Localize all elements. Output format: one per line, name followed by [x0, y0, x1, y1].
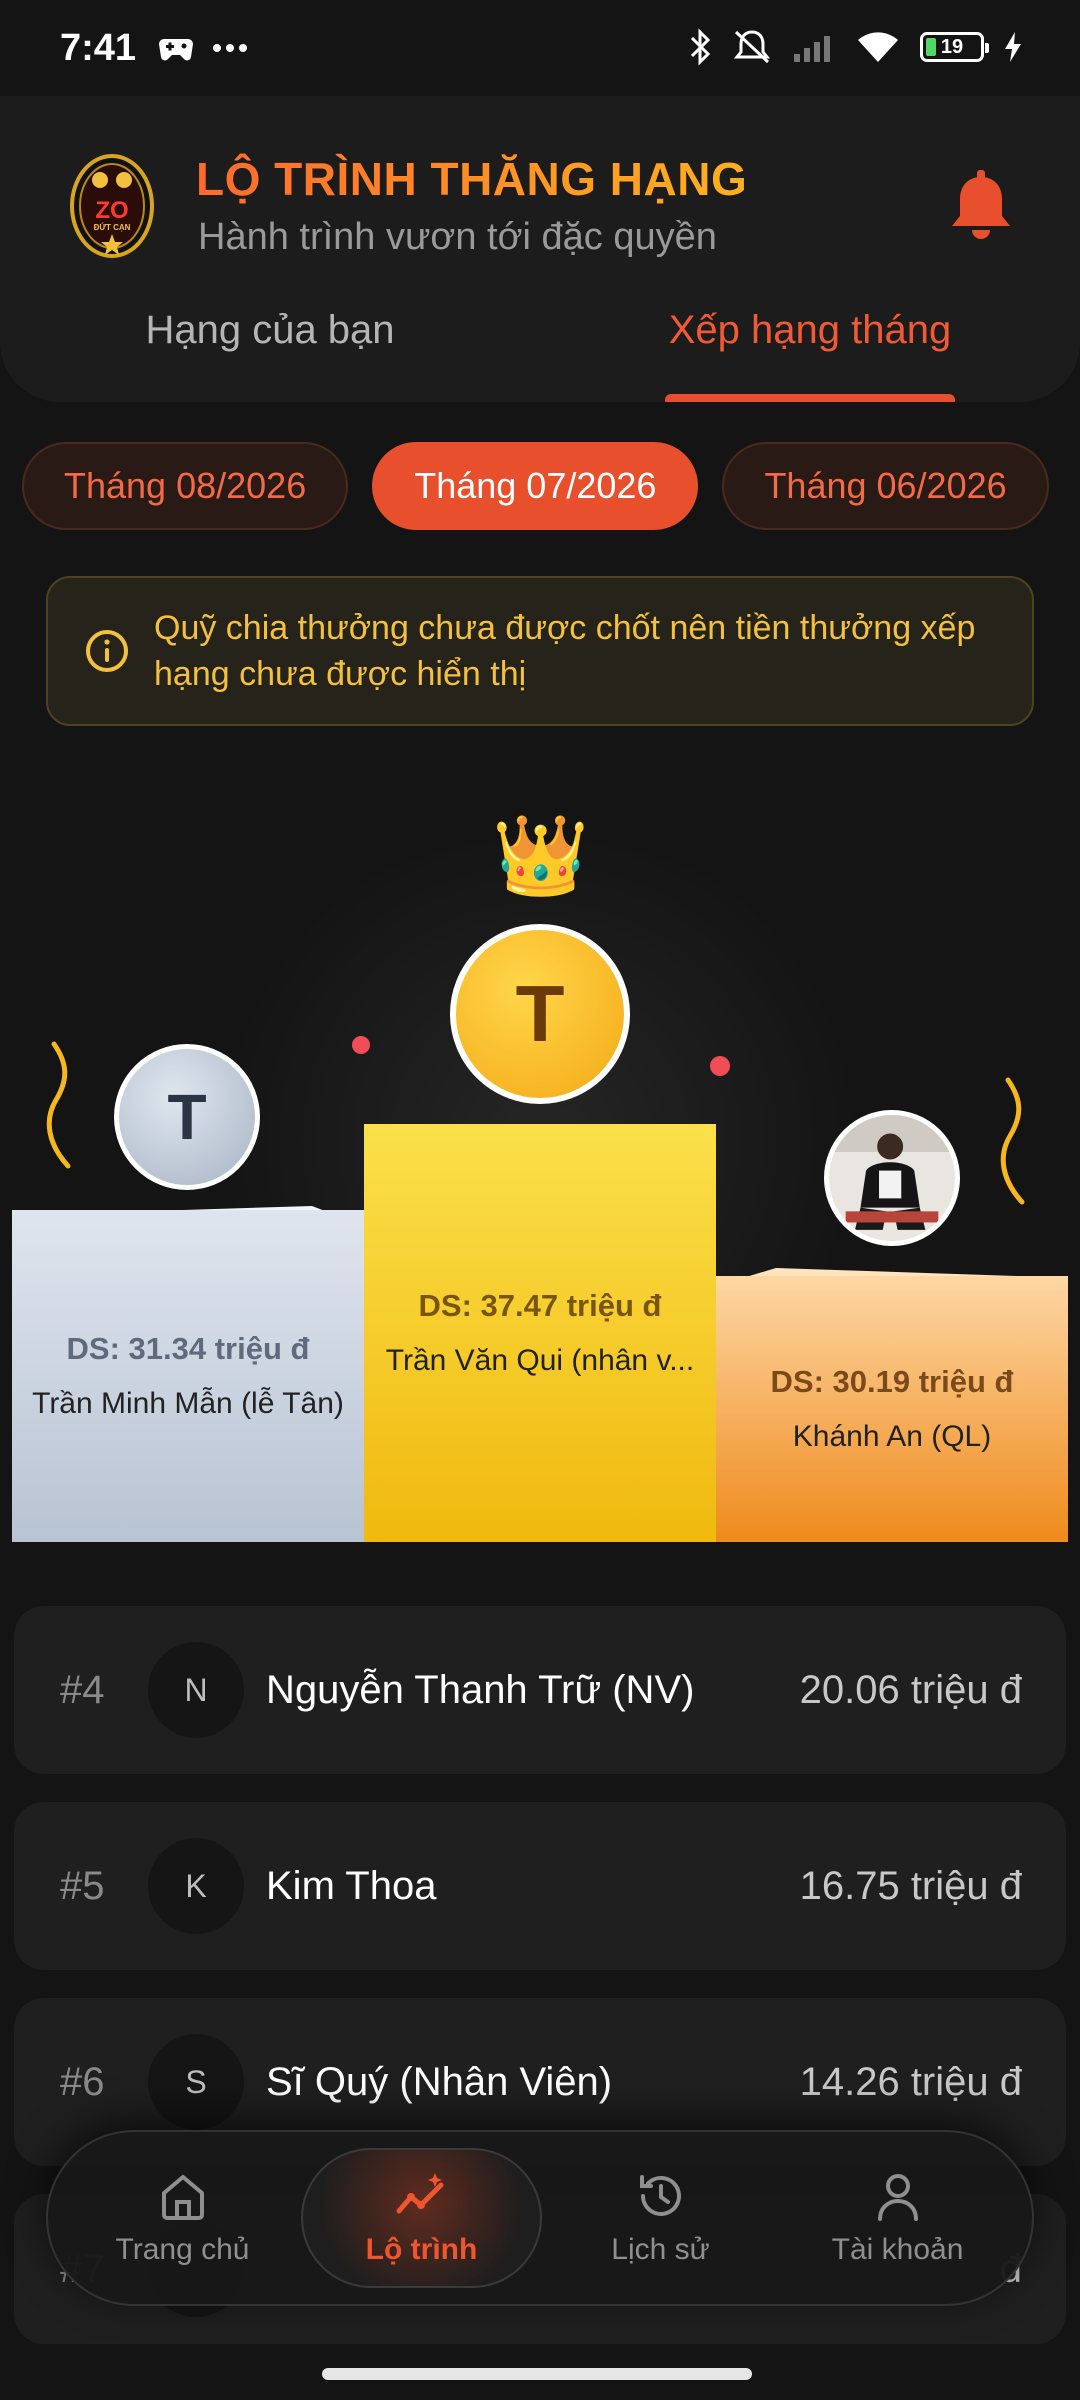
notice-text: Quỹ chia thưởng chưa được chốt nên tiền …	[154, 609, 976, 693]
rank-avatar: K	[148, 1838, 244, 1934]
notification-bell-icon[interactable]	[950, 170, 1012, 240]
confetti-dot	[352, 1036, 370, 1054]
podium: 👑 T T DS: 31.34 triệu đ Trần Minh Mẫn (l…	[0, 780, 1080, 1550]
first-place-podium[interactable]: DS: 37.47 triệu đ Trần Văn Qui (nhân v..…	[364, 1124, 716, 1542]
ranking-row[interactable]: #5 K Kim Thoa 16.75 triệu đ	[14, 1802, 1066, 1970]
status-bar: 7:41 19	[0, 0, 1080, 96]
app-header: ZO ĐỨT CẠN LỘ TRÌNH THĂNG HẠNG Hành trìn…	[0, 96, 1080, 402]
more-dots-icon	[213, 44, 248, 52]
second-place-sales: DS: 31.34 triệu đ	[66, 1331, 310, 1366]
bottom-navigation: Trang chủ Lộ trình Lịch sử Tài khoản	[46, 2130, 1034, 2306]
signal-icon	[794, 36, 830, 62]
rank-name: Nguyễn Thanh Trữ (NV)	[266, 1667, 695, 1712]
tab-bar: Hạng của bạn Xếp hạng tháng	[0, 292, 1080, 402]
reward-notice-banner: Quỹ chia thưởng chưa được chốt nên tiền …	[46, 576, 1034, 726]
route-icon	[396, 2173, 443, 2214]
third-place-name: Khánh An (QL)	[792, 1420, 992, 1453]
tab-monthly-ranking[interactable]: Xếp hạng tháng	[540, 292, 1080, 402]
confetti-squiggle	[46, 1041, 71, 1169]
rank-sales: 16.75 triệu đ	[799, 1863, 1022, 1908]
info-icon	[86, 630, 128, 672]
crown-icon: 👑	[492, 811, 590, 899]
tab-your-rank[interactable]: Hạng của bạn	[0, 292, 540, 402]
second-place-avatar[interactable]: T	[114, 1044, 260, 1190]
first-place-sales: DS: 37.47 triệu đ	[418, 1288, 662, 1323]
rank-name: Kim Thoa	[266, 1863, 437, 1908]
nav-route[interactable]: Lộ trình	[301, 2148, 542, 2288]
page-title: LỘ TRÌNH THĂNG HẠNG	[196, 153, 748, 205]
svg-text:ĐỨT CẠN: ĐỨT CẠN	[94, 223, 131, 232]
user-photo	[829, 1115, 955, 1241]
first-place-avatar[interactable]: T	[450, 924, 630, 1104]
status-time: 7:41	[60, 26, 137, 69]
active-tab-indicator	[665, 394, 955, 402]
month-chip-07-2026[interactable]: Tháng 07/2026	[372, 442, 699, 530]
rank-avatar: S	[148, 2034, 244, 2130]
rank-sales: 20.06 triệu đ	[799, 1667, 1022, 1712]
ranking-row[interactable]: #4 N Nguyễn Thanh Trữ (NV) 20.06 triệu đ	[14, 1606, 1066, 1774]
brand-logo: ZO ĐỨT CẠN	[70, 154, 154, 258]
first-place-name: Trần Văn Qui (nhân v...	[385, 1344, 695, 1377]
home-icon	[161, 2175, 204, 2220]
nav-home[interactable]: Trang chủ	[64, 2148, 301, 2288]
rank-sales: 14.26 triệu đ	[799, 2059, 1022, 2104]
game-controller-icon	[159, 39, 194, 61]
svg-text:ZO: ZO	[95, 197, 128, 224]
rank-name: Sĩ Quý (Nhân Viên)	[266, 2059, 613, 2104]
rank-number: #6	[60, 2059, 105, 2104]
confetti-squiggle	[1000, 1077, 1025, 1205]
nav-account[interactable]: Tài khoản	[779, 2148, 1016, 2288]
third-place-sales: DS: 30.19 triệu đ	[770, 1364, 1014, 1399]
charging-icon	[1005, 32, 1021, 62]
mute-bell-icon	[733, 30, 771, 64]
home-indicator[interactable]	[322, 2368, 752, 2380]
rank-number: #4	[60, 1667, 105, 1712]
confetti-dot	[710, 1056, 730, 1076]
account-icon	[877, 2174, 918, 2221]
third-place-avatar[interactable]	[824, 1110, 960, 1246]
page-subtitle: Hành trình vươn tới đặc quyền	[198, 216, 717, 258]
wifi-icon	[858, 32, 898, 62]
month-chip-08-2026[interactable]: Tháng 08/2026	[22, 442, 349, 530]
third-place-podium[interactable]: DS: 30.19 triệu đ Khánh An (QL)	[716, 1276, 1068, 1542]
history-icon	[639, 2175, 681, 2216]
month-selector: Tháng 08/2026 Tháng 07/2026 Tháng 06/202…	[22, 442, 1080, 530]
second-place-name: Trần Minh Mẫn (lễ Tân)	[32, 1387, 344, 1420]
second-place-podium[interactable]: DS: 31.34 triệu đ Trần Minh Mẫn (lễ Tân)	[12, 1210, 364, 1542]
month-chip-06-2026[interactable]: Tháng 06/2026	[722, 442, 1049, 530]
bluetooth-icon	[690, 28, 711, 66]
rank-number: #5	[60, 1863, 105, 1908]
rank-avatar: N	[148, 1642, 244, 1738]
nav-history[interactable]: Lịch sử	[542, 2148, 779, 2288]
battery-indicator: 19	[920, 32, 989, 62]
